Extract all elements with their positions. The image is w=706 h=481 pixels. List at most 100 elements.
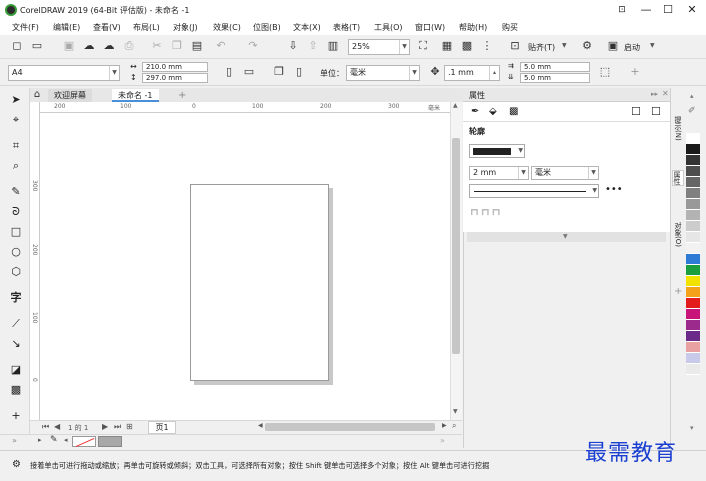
add-page-icon[interactable]: ⊞ (126, 422, 133, 431)
current-page-icon[interactable]: ▯ (292, 65, 306, 79)
options-gear-icon[interactable]: ⚙ (580, 39, 594, 53)
tab-properties[interactable]: 属性 (672, 170, 684, 186)
document-page[interactable] (190, 184, 329, 381)
gray-swatch[interactable] (98, 436, 122, 447)
palette-eyedropper-icon[interactable]: ✐ (688, 106, 696, 116)
palette-swatch[interactable] (686, 210, 700, 221)
minimize-button[interactable]: — (636, 2, 656, 18)
palette-swatch[interactable] (686, 232, 700, 243)
add-docker-icon[interactable]: + (674, 286, 682, 297)
last-page-icon[interactable]: ⏭ (114, 422, 121, 432)
export-icon[interactable]: ⇧ (306, 39, 320, 53)
copy-icon[interactable]: ❐ (170, 39, 184, 53)
restore-icon[interactable]: ⊡ (612, 2, 632, 18)
artistic-media-icon[interactable]: ᘐ (8, 204, 24, 220)
show-rulers-icon[interactable]: ▦ (440, 39, 454, 53)
palette-swatch[interactable] (686, 188, 700, 199)
shape-tool-icon[interactable]: ⌖ (8, 112, 24, 128)
frame-icon[interactable]: ☐ (631, 105, 641, 118)
page-height-field[interactable]: 297.0 mm (142, 73, 208, 83)
palette-scroll-up-icon[interactable]: ▴ (690, 92, 694, 100)
expand-icon[interactable]: » (440, 436, 445, 445)
first-page-icon[interactable]: ⏮ (42, 422, 49, 432)
palette-swatch[interactable] (686, 254, 700, 265)
outline-width-select[interactable]: 2 mm ▼ (469, 166, 529, 180)
palette-swatch[interactable] (686, 133, 700, 144)
polygon-tool-icon[interactable]: ⬡ (8, 264, 24, 280)
open-folder-icon[interactable]: ▭ (30, 39, 44, 53)
menu-effects[interactable]: 效果(C) (213, 22, 241, 33)
menu-edit[interactable]: 编辑(E) (53, 22, 80, 33)
snap-to-button[interactable]: 贴齐(T) (528, 42, 555, 53)
cloud-download-icon[interactable]: ☁ (102, 39, 116, 53)
palette-swatch[interactable] (686, 309, 700, 320)
docker-close-icon[interactable]: ✕ (662, 89, 669, 98)
palette-swatch[interactable] (686, 177, 700, 188)
zoom-navigator-icon[interactable]: ⌕ (452, 421, 456, 431)
palette-swatch[interactable] (686, 276, 700, 287)
menu-buy[interactable]: 购买 (502, 22, 518, 33)
add-tool-icon[interactable]: + (8, 408, 24, 424)
publish-pdf-icon[interactable]: ▥ (326, 39, 340, 53)
palette-swatch[interactable] (686, 331, 700, 342)
snap-icon[interactable]: ⊡ (508, 39, 522, 53)
expand-icon[interactable]: » (12, 436, 17, 445)
zoom-tool-icon[interactable]: ⌕ (8, 158, 24, 174)
palette-swatch[interactable] (686, 287, 700, 298)
next-page-icon[interactable]: ▶ (102, 422, 108, 431)
arrow-left-icon[interactable]: ◂ (64, 436, 68, 444)
arrow-right-icon[interactable]: ▸ (38, 436, 42, 444)
frame-pointer-icon[interactable]: ☐ (651, 105, 661, 118)
gear-icon[interactable]: ⚙ (12, 459, 21, 470)
duplicate-y-field[interactable]: 5.0 mm (520, 73, 590, 83)
palette-swatch[interactable] (686, 320, 700, 331)
chevron-down-icon[interactable]: ▼ (562, 42, 567, 49)
menu-file[interactable]: 文件(F) (12, 22, 39, 33)
palette-swatch[interactable] (686, 342, 700, 353)
palette-swatch[interactable] (686, 364, 700, 375)
horizontal-scroll-thumb[interactable] (265, 423, 435, 431)
chevron-down-icon[interactable]: ▼ (650, 42, 655, 49)
docker-expand-bar[interactable]: ▼ (467, 232, 666, 242)
print-icon[interactable]: ⎙ (122, 39, 136, 53)
palette-swatch[interactable] (686, 265, 700, 276)
eyedropper-icon[interactable]: ✎ (50, 435, 58, 445)
crop-tool-icon[interactable]: ⌗ (8, 138, 24, 154)
nudge-distance-field[interactable]: .1 mm ▴ (444, 65, 500, 81)
line-caps-icon[interactable]: ┏┓┏┓┏┓ (469, 206, 502, 216)
launch-icon[interactable]: ▣ (606, 39, 620, 53)
palette-swatch[interactable] (686, 166, 700, 177)
menu-layout[interactable]: 布局(L) (133, 22, 160, 33)
line-style-select[interactable]: ▼ (469, 184, 599, 198)
palette-swatch[interactable] (686, 221, 700, 232)
palette-swatch[interactable] (686, 199, 700, 210)
paste-icon[interactable]: ▤ (190, 39, 204, 53)
no-fill-swatch[interactable] (72, 436, 96, 448)
all-pages-icon[interactable]: ❐ (272, 65, 286, 79)
duplicate-x-field[interactable]: 5.0 mm (520, 62, 590, 72)
cut-icon[interactable]: ✂ (150, 39, 164, 53)
menu-table[interactable]: 表格(T) (333, 22, 360, 33)
outline-unit-select[interactable]: 毫米 ▼ (531, 166, 599, 180)
scroll-down-icon[interactable]: ▼ (453, 408, 458, 415)
ellipse-tool-icon[interactable]: ○ (8, 244, 24, 260)
show-grid-icon[interactable]: ▩ (460, 39, 474, 53)
zoom-level-select[interactable]: 25% ▼ (348, 39, 410, 55)
tab-objects[interactable]: 对象(O) (672, 222, 684, 247)
menu-help[interactable]: 帮助(H) (459, 22, 487, 33)
show-guidelines-icon[interactable]: ⋮ (480, 39, 494, 53)
palette-swatch[interactable] (686, 243, 700, 254)
menu-object[interactable]: 对象(J) (173, 22, 198, 33)
treat-as-filled-icon[interactable]: ⬚ (598, 65, 612, 79)
menu-tools[interactable]: 工具(O) (374, 22, 403, 33)
palette-swatch[interactable] (686, 155, 700, 166)
more-options-icon[interactable]: ••• (605, 184, 623, 195)
scroll-up-icon[interactable]: ▲ (453, 102, 458, 109)
new-document-icon[interactable]: ◻ (10, 39, 24, 53)
import-icon[interactable]: ⇩ (286, 39, 300, 53)
save-icon[interactable]: ▣ (62, 39, 76, 53)
redo-icon[interactable]: ↷ (246, 39, 260, 53)
menu-window[interactable]: 窗口(W) (415, 22, 445, 33)
drop-shadow-icon[interactable]: ◪ (8, 362, 24, 378)
page-width-field[interactable]: 210.0 mm (142, 62, 208, 72)
